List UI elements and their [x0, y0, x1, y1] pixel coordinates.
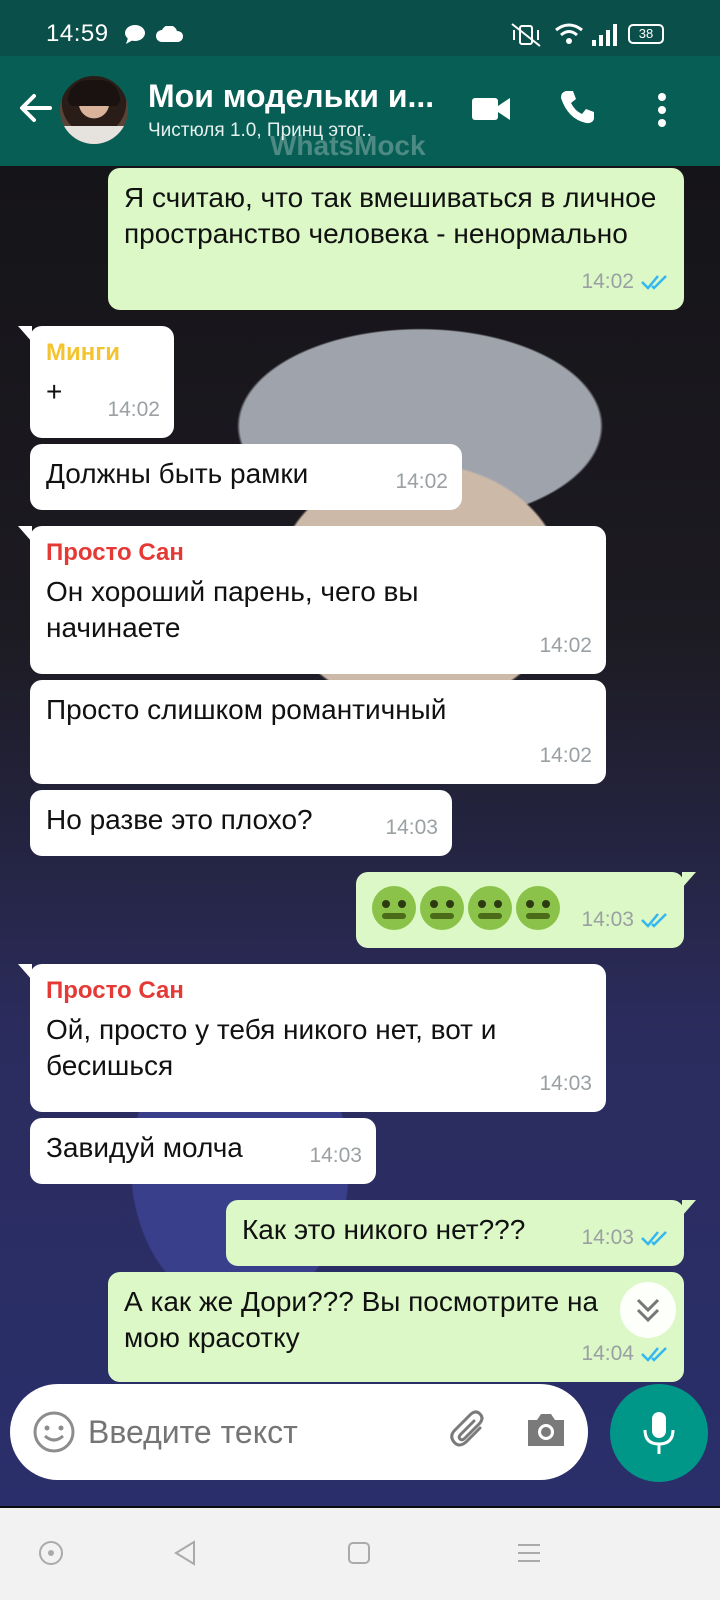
more-options-icon[interactable]	[656, 92, 668, 128]
message-text: Я считаю, что так вмешиваться в личное п…	[124, 182, 657, 249]
message-input-bar	[10, 1384, 588, 1480]
recents-nav-icon[interactable]	[514, 1538, 544, 1568]
message-outgoing[interactable]: Я считаю, что так вмешиваться в личное п…	[108, 168, 684, 310]
message-outgoing[interactable]: 14:03	[356, 872, 696, 948]
cloud-icon	[156, 26, 184, 42]
message-time: 14:02	[581, 270, 634, 293]
chat-title[interactable]: Мои модельки и...	[148, 78, 434, 115]
message-time: 14:04	[581, 1342, 634, 1365]
back-nav-icon[interactable]	[170, 1538, 200, 1568]
message-outgoing[interactable]: Как это никого нет??? 14:03	[226, 1200, 696, 1266]
microphone-icon	[643, 1412, 675, 1454]
scroll-to-bottom-button[interactable]	[620, 1282, 676, 1338]
message-time: 14:03	[581, 908, 634, 931]
nauseated-face-icon	[468, 886, 512, 930]
voice-message-button[interactable]	[610, 1384, 708, 1482]
assistant-icon[interactable]	[36, 1538, 66, 1568]
read-receipt-icon	[641, 1347, 667, 1362]
status-bar: 14:59 38	[0, 0, 720, 56]
nauseated-face-icon	[516, 886, 560, 930]
sender-name[interactable]: Минги	[46, 338, 158, 368]
chevron-double-down-icon	[636, 1298, 660, 1323]
message-time: 14:03	[309, 1144, 362, 1167]
back-arrow-icon[interactable]	[14, 86, 58, 130]
message-incoming[interactable]: Но разве это плохо? 14:03	[30, 790, 452, 856]
read-receipt-icon	[641, 913, 667, 928]
nauseated-face-icon	[420, 886, 464, 930]
video-call-icon[interactable]	[472, 94, 512, 124]
message-time: 14:03	[385, 816, 438, 839]
home-nav-icon[interactable]	[344, 1538, 374, 1568]
chat-area[interactable]: Я считаю, что так вмешиваться в личное п…	[0, 166, 720, 1506]
message-text: Просто слишком романтичный	[46, 694, 447, 725]
message-text: Должны быть рамки	[46, 458, 309, 489]
wifi-icon	[555, 23, 583, 44]
message-text: Ой, просто у тебя никого нет, вот и беси…	[46, 1014, 497, 1081]
status-time: 14:59	[46, 20, 109, 47]
emoji-icon[interactable]	[32, 1410, 76, 1454]
message-time: 14:03	[581, 1226, 634, 1249]
message-input[interactable]	[88, 1414, 428, 1451]
message-time: 14:02	[539, 744, 592, 767]
voice-call-icon[interactable]	[558, 88, 596, 126]
read-receipt-icon	[641, 1231, 667, 1246]
battery-icon: 38	[628, 24, 664, 44]
sender-name[interactable]: Просто Сан	[46, 976, 590, 1006]
message-time: 14:03	[539, 1072, 592, 1095]
message-incoming[interactable]: Должны быть рамки 14:02	[30, 444, 462, 510]
message-incoming[interactable]: Завидуй молча 14:03	[30, 1118, 376, 1184]
system-nav-bar	[0, 1508, 720, 1600]
watermark: WhatsMock	[270, 130, 426, 161]
message-outgoing[interactable]: А как же Дори??? Вы посмотрите на мою кр…	[108, 1272, 684, 1382]
vibrate-icon	[511, 23, 541, 47]
message-incoming[interactable]: Минги + 14:02	[18, 326, 174, 438]
message-notification-icon	[125, 25, 145, 44]
nauseated-face-icon	[372, 886, 416, 930]
message-text: А как же Дори??? Вы посмотрите на мою кр…	[124, 1286, 599, 1353]
signal-icon	[592, 24, 617, 46]
camera-icon[interactable]	[524, 1410, 568, 1450]
read-receipt-icon	[641, 275, 667, 290]
message-text: Он хороший парень, чего вы начинаете	[46, 576, 419, 643]
message-time: 14:02	[107, 398, 160, 421]
group-avatar[interactable]	[60, 76, 128, 144]
paperclip-icon[interactable]	[446, 1408, 492, 1454]
message-incoming[interactable]: Просто Сан Он хороший парень, чего вы на…	[18, 526, 606, 674]
message-text: Но разве это плохо?	[46, 804, 313, 835]
sender-name[interactable]: Просто Сан	[46, 538, 590, 568]
message-time: 14:02	[395, 470, 448, 493]
message-incoming[interactable]: Просто слишком романтичный 14:02	[30, 680, 606, 784]
message-time: 14:02	[539, 634, 592, 657]
message-incoming[interactable]: Просто Сан Ой, просто у тебя никого нет,…	[18, 964, 606, 1112]
